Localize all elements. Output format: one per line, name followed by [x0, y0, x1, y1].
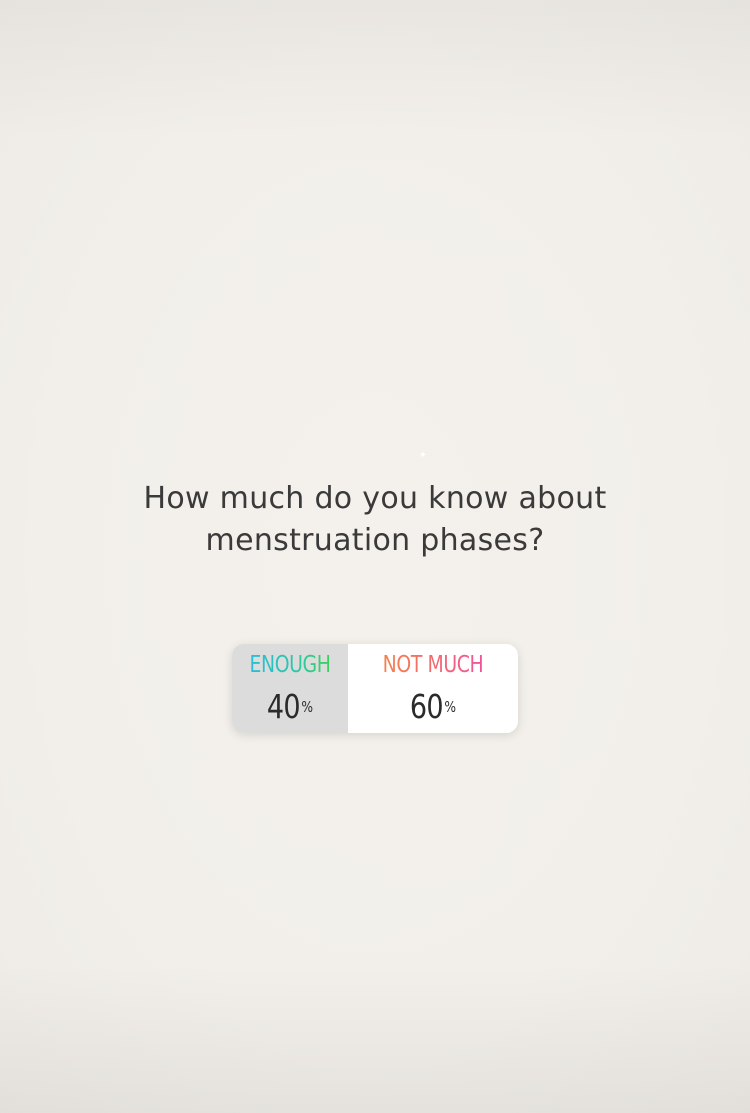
sparkle-icon: ✦: [418, 450, 428, 461]
percent-sign: %: [301, 698, 314, 716]
poll-question-line-2: menstruation phases?: [205, 523, 545, 558]
poll-option-enough[interactable]: ENOUGH 40%: [232, 644, 348, 733]
poll-option-label: ENOUGH: [242, 650, 337, 680]
poll-question: How much do you know about menstruation …: [75, 478, 675, 562]
percent-sign: %: [444, 698, 457, 716]
poll-question-line-1: How much do you know about: [143, 481, 607, 516]
poll-option-not-much[interactable]: NOT MUCH 60%: [348, 644, 518, 733]
poll-option-result: 40%: [242, 687, 337, 727]
poll-option-percent: 40: [266, 687, 301, 726]
poll-option-label: NOT MUCH: [363, 650, 502, 680]
poll-option-percent: 60: [409, 687, 444, 726]
poll-sticker: ENOUGH 40% NOT MUCH 60%: [232, 644, 518, 733]
poll-option-result: 60%: [363, 687, 502, 727]
